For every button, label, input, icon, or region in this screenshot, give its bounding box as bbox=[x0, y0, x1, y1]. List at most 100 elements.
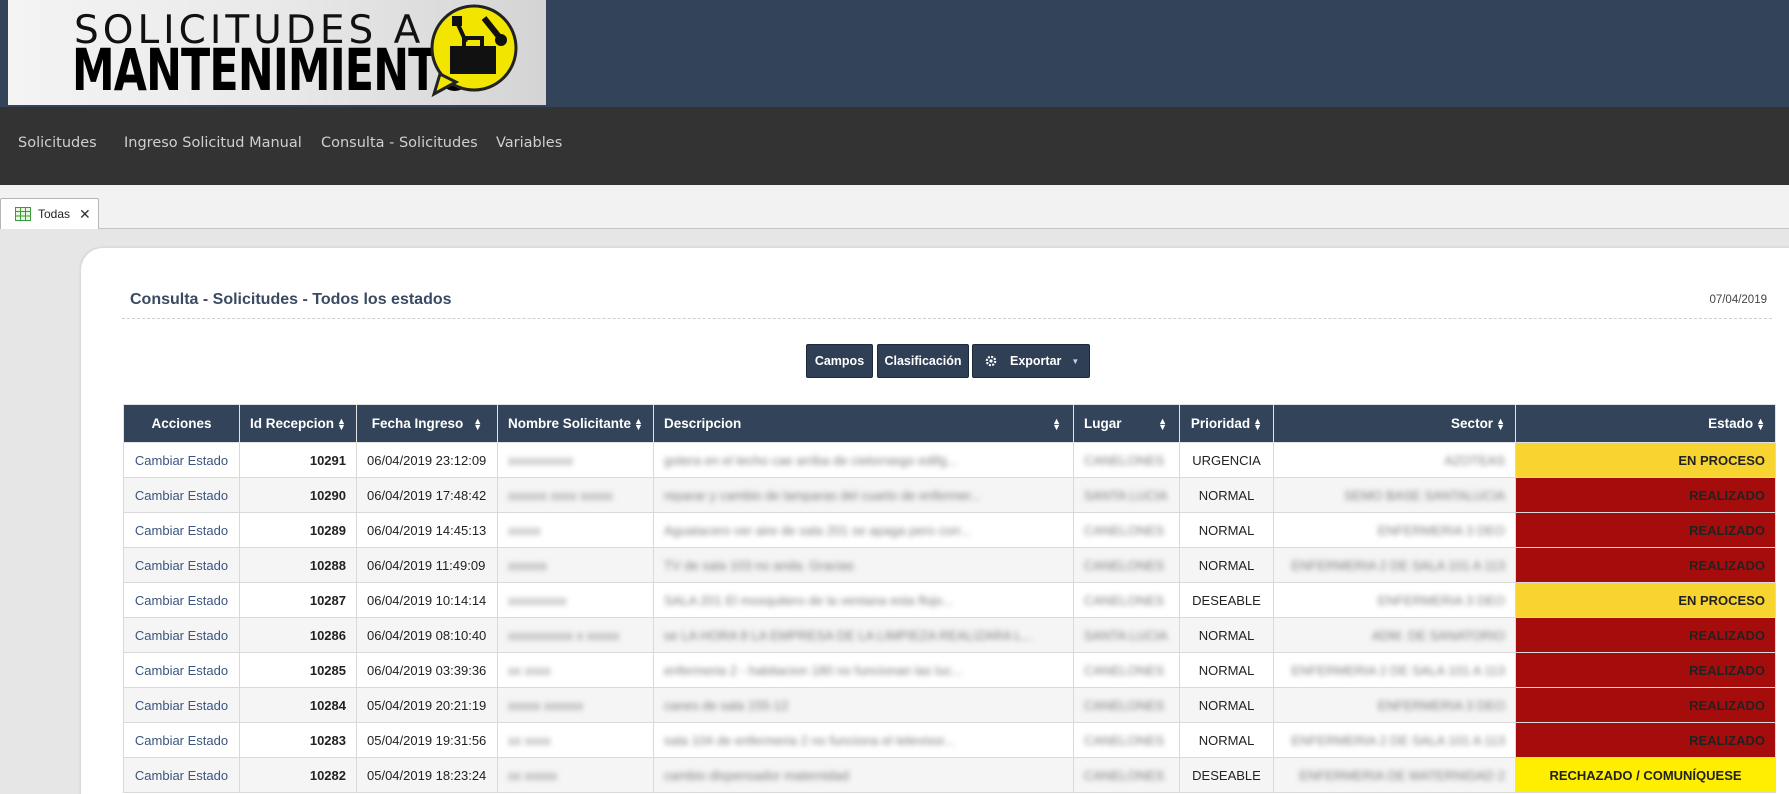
table-cell-descripcion: Aguatacero ver aire de sala 201 se apaga… bbox=[653, 512, 1074, 548]
column-header-descripcion[interactable]: Descripcion ▲ ▼ bbox=[653, 404, 1074, 443]
table-cell-descripcion: reparar y cambio de lamparas del cuarto … bbox=[653, 477, 1074, 513]
table-cell-fecha-ingreso: 06/04/2019 03:39:36 bbox=[356, 652, 498, 688]
tab-strip: Todas ✕ bbox=[0, 185, 1789, 229]
table-cell-acciones: Cambiar Estado bbox=[123, 757, 240, 793]
lugar-value: CANELONES bbox=[1084, 592, 1165, 608]
status-badge: REALIZADO bbox=[1515, 512, 1776, 548]
table-cell-lugar: CANELONES bbox=[1073, 582, 1180, 618]
table-cell-fecha-ingreso: 06/04/2019 08:10:40 bbox=[356, 617, 498, 653]
nav-item-ingreso-solicitud-manual[interactable]: Ingreso Solicitud Manual bbox=[124, 135, 302, 151]
sector-value: SEMO BASE SANTALUCIA bbox=[1344, 487, 1505, 503]
grid-table-icon bbox=[15, 207, 31, 221]
status-badge: REALIZADO bbox=[1515, 547, 1776, 583]
table-row[interactable]: Cambiar Estado 10283 05/04/2019 19:31:56 xx… bbox=[123, 722, 1776, 758]
nombre-solicitante-value: xx xxxxx bbox=[508, 767, 558, 783]
table-row[interactable]: Cambiar Estado 10290 06/04/2019 17:48:42 xx… bbox=[123, 477, 1776, 513]
descripcion-value: canes de sala 155-12 bbox=[664, 697, 789, 713]
lugar-value: SANTA LUCIA bbox=[1084, 487, 1168, 503]
tab-label: Todas bbox=[38, 207, 71, 221]
nombre-solicitante-value: xx xxxx bbox=[508, 662, 551, 678]
nombre-solicitante-value: xxxxxxxxxx x xxxxx bbox=[508, 627, 620, 643]
table-cell-descripcion: gotera en el techo cae arriba de cielorr… bbox=[653, 442, 1074, 478]
table-cell-lugar: CANELONES bbox=[1073, 722, 1180, 758]
status-badge: REALIZADO bbox=[1515, 652, 1776, 688]
cambiar-estado-link[interactable]: Cambiar Estado bbox=[135, 628, 228, 643]
table-row[interactable]: Cambiar Estado 10285 06/04/2019 03:39:36 xx… bbox=[123, 652, 1776, 688]
sector-value: ENFERMERIA 2 DE SALA 101 A 113 bbox=[1291, 557, 1505, 573]
table-cell-acciones: Cambiar Estado bbox=[123, 442, 240, 478]
exportar-button[interactable]: Exportar ▼ bbox=[972, 344, 1090, 378]
column-header-nombre-solicitante[interactable]: Nombre Solicitante ▲ ▼ bbox=[497, 404, 654, 443]
table-cell-fecha-ingreso: 05/04/2019 19:31:56 bbox=[356, 722, 498, 758]
app-header: SOLICITUDES A MANTENIMIENTO bbox=[0, 0, 1789, 107]
table-row[interactable]: Cambiar Estado 10289 06/04/2019 14:45:13 xx… bbox=[123, 512, 1776, 548]
cambiar-estado-link[interactable]: Cambiar Estado bbox=[135, 523, 228, 538]
sector-value: ENFERMERIA 3 DEO bbox=[1377, 592, 1505, 608]
table-cell-id-recepcion: 10285 bbox=[239, 652, 357, 688]
cambiar-estado-link[interactable]: Cambiar Estado bbox=[135, 488, 228, 503]
table-cell-sector: ENFERMERIA 3 DEO bbox=[1273, 687, 1516, 723]
nav-item-consulta-solicitudes[interactable]: Consulta - Solicitudes bbox=[321, 135, 478, 151]
close-icon[interactable]: ✕ bbox=[79, 206, 91, 223]
table-cell-sector: ADM. DE SANATORIO bbox=[1273, 617, 1516, 653]
table-cell-lugar: SANTA LUCIA bbox=[1073, 617, 1180, 653]
table-cell-nombre-solicitante: xx xxxx bbox=[497, 652, 654, 688]
table-cell-lugar: CANELONES bbox=[1073, 547, 1180, 583]
table-row[interactable]: Cambiar Estado 10282 05/04/2019 18:23:24 xx… bbox=[123, 757, 1776, 793]
campos-button[interactable]: Campos bbox=[806, 344, 873, 378]
table-cell-acciones: Cambiar Estado bbox=[123, 617, 240, 653]
column-header-fecha-ingreso[interactable]: Fecha Ingreso ▲ ▼ bbox=[356, 404, 498, 443]
table-cell-nombre-solicitante: xxxxxx xxxx xxxxx bbox=[497, 477, 654, 513]
column-header-sector[interactable]: Sector ▲ ▼ bbox=[1273, 404, 1516, 443]
table-cell-sector: SEMO BASE SANTALUCIA bbox=[1273, 477, 1516, 513]
clasificacion-button[interactable]: Clasificación bbox=[877, 344, 969, 378]
nav-item-solicitudes[interactable]: Solicitudes bbox=[18, 135, 97, 151]
descripcion-value: reparar y cambio de lamparas del cuarto … bbox=[664, 487, 982, 503]
sort-icon: ▲ ▼ bbox=[1052, 416, 1061, 432]
table-cell-prioridad: NORMAL bbox=[1179, 722, 1274, 758]
nombre-solicitante-value: xxxxxx bbox=[508, 557, 547, 573]
column-header-prioridad[interactable]: Prioridad ▲ ▼ bbox=[1179, 404, 1274, 443]
table-row[interactable]: Cambiar Estado 10284 05/04/2019 20:21:19 xx… bbox=[123, 687, 1776, 723]
cambiar-estado-link[interactable]: Cambiar Estado bbox=[135, 453, 228, 468]
table-cell-nombre-solicitante: xxxxxxxxx bbox=[497, 582, 654, 618]
gear-icon bbox=[985, 355, 997, 367]
lugar-value: CANELONES bbox=[1084, 557, 1165, 573]
sector-value: ENFERMERIA 3 DEO bbox=[1377, 522, 1505, 538]
chevron-down-icon: ▼ bbox=[1071, 356, 1080, 366]
descripcion-value: sala 104 de enfermeria 2 no funciona el … bbox=[664, 732, 955, 748]
cambiar-estado-link[interactable]: Cambiar Estado bbox=[135, 698, 228, 713]
table-cell-nombre-solicitante: xxxxxxxxxx x xxxxx bbox=[497, 617, 654, 653]
lugar-value: CANELONES bbox=[1084, 732, 1165, 748]
column-header-estado[interactable]: Estado ▲ ▼ bbox=[1515, 404, 1776, 443]
page-title: Consulta - Solicitudes - Todos los estad… bbox=[130, 291, 452, 308]
descripcion-value: TV de sala 103 no anda. Gracias bbox=[664, 557, 855, 573]
table-cell-descripcion: TV de sala 103 no anda. Gracias bbox=[653, 547, 1074, 583]
tab-todas[interactable]: Todas ✕ bbox=[0, 198, 99, 229]
descripcion-value: SALA 201 El mosquitero de la ventana est… bbox=[664, 592, 954, 608]
sector-value: ENFERMERIA DE MATERNIDAD 2 bbox=[1299, 767, 1505, 783]
table-row[interactable]: Cambiar Estado 10286 06/04/2019 08:10:40 xx… bbox=[123, 617, 1776, 653]
sort-icon: ▲ ▼ bbox=[1158, 416, 1167, 432]
cambiar-estado-link[interactable]: Cambiar Estado bbox=[135, 663, 228, 678]
column-header-lugar[interactable]: Lugar ▲ ▼ bbox=[1073, 404, 1180, 443]
sort-icon: ▲ ▼ bbox=[473, 416, 483, 433]
table-row[interactable]: Cambiar Estado 10288 06/04/2019 11:49:09 xx… bbox=[123, 547, 1776, 583]
cambiar-estado-link[interactable]: Cambiar Estado bbox=[135, 558, 228, 573]
cambiar-estado-link[interactable]: Cambiar Estado bbox=[135, 593, 228, 608]
table-cell-nombre-solicitante: xxxxx bbox=[497, 512, 654, 548]
table-cell-prioridad: URGENCIA bbox=[1179, 442, 1274, 478]
app-logo[interactable]: SOLICITUDES A MANTENIMIENTO bbox=[8, 0, 546, 105]
table-cell-prioridad: NORMAL bbox=[1179, 687, 1274, 723]
table-cell-descripcion: canes de sala 155-12 bbox=[653, 687, 1074, 723]
table-row[interactable]: Cambiar Estado 10291 06/04/2019 23:12:09 xx… bbox=[123, 442, 1776, 478]
table-cell-prioridad: NORMAL bbox=[1179, 547, 1274, 583]
table-cell-fecha-ingreso: 06/04/2019 23:12:09 bbox=[356, 442, 498, 478]
cambiar-estado-link[interactable]: Cambiar Estado bbox=[135, 768, 228, 783]
cambiar-estado-link[interactable]: Cambiar Estado bbox=[135, 733, 228, 748]
descripcion-value: cambio dispensador maternidad bbox=[664, 767, 849, 783]
descripcion-value: gotera en el techo cae arriba de cielorr… bbox=[664, 452, 958, 468]
table-row[interactable]: Cambiar Estado 10287 06/04/2019 10:14:14 xx… bbox=[123, 582, 1776, 618]
column-header-id-recepcion[interactable]: Id Recepcion ▲ ▼ bbox=[239, 404, 357, 443]
nav-item-variables[interactable]: Variables bbox=[496, 135, 562, 151]
